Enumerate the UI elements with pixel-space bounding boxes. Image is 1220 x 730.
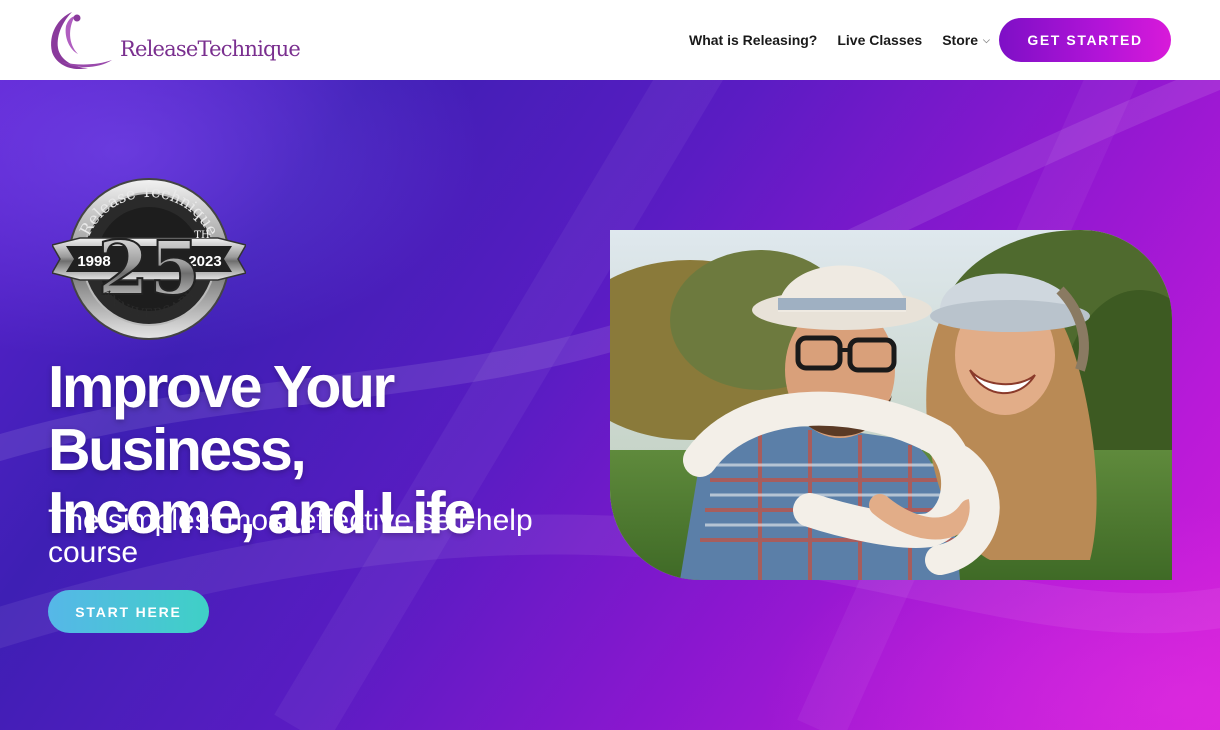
- main-nav: What is Releasing? Live Classes Store ⌵: [689, 0, 1010, 80]
- get-started-button[interactable]: GET STARTED: [999, 18, 1171, 62]
- hero-photo: [610, 230, 1172, 580]
- hero-subheadline: The simplest most effective self-help co…: [48, 504, 533, 569]
- hero-headline-line-1: Improve Your Business,: [48, 354, 395, 483]
- site-logo[interactable]: ReleaseTechnique: [48, 10, 301, 72]
- logo-text: ReleaseTechnique: [120, 37, 301, 61]
- anniversary-badge: Release Technique 1998 2023 25 TH ANNIVE…: [52, 178, 246, 340]
- nav-live-classes[interactable]: Live Classes: [837, 32, 922, 48]
- nav-what-is-releasing[interactable]: What is Releasing?: [689, 32, 817, 48]
- nav-store-label: Store: [942, 32, 978, 48]
- svg-text:TH: TH: [194, 230, 210, 241]
- couple-photo-image: [610, 230, 1172, 580]
- nav-store[interactable]: Store ⌵: [942, 32, 990, 48]
- site-header: ReleaseTechnique What is Releasing? Live…: [0, 0, 1220, 80]
- start-here-button[interactable]: START HERE: [48, 590, 209, 633]
- chevron-down-icon: ⌵: [983, 34, 990, 45]
- hero-section: Release Technique 1998 2023 25 TH ANNIVE…: [0, 80, 1220, 730]
